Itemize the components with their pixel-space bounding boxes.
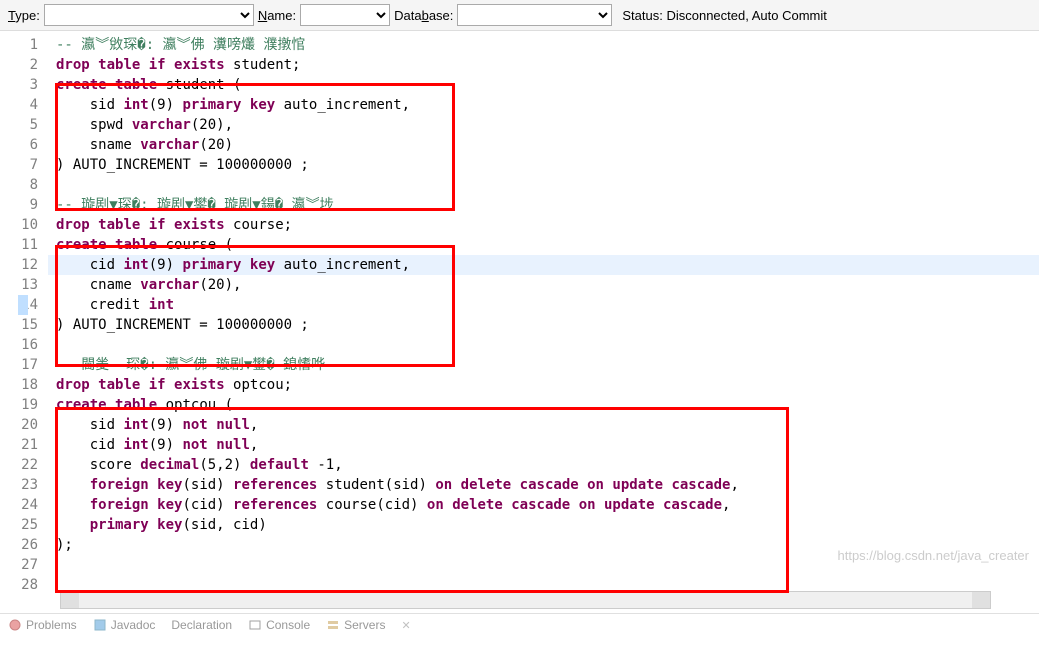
editor-area: 1234567891011121314151617181920212223242… bbox=[0, 31, 1039, 591]
code-line[interactable]: foreign key(sid) references student(sid)… bbox=[48, 475, 1039, 495]
code-line[interactable]: drop table if exists optcou; bbox=[48, 375, 1039, 395]
code-line[interactable]: create table course ( bbox=[48, 235, 1039, 255]
tab-problems[interactable]: Problems bbox=[26, 618, 77, 632]
code-line[interactable]: drop table if exists course; bbox=[48, 215, 1039, 235]
line-number: 6 bbox=[0, 135, 38, 155]
code-line[interactable]: create table optcou ( bbox=[48, 395, 1039, 415]
tab-close-icon[interactable]: ✕ bbox=[401, 619, 410, 632]
code-line[interactable]: primary key(sid, cid) bbox=[48, 515, 1039, 535]
scrollbar-area bbox=[0, 591, 1039, 609]
code-line[interactable]: ) AUTO_INCREMENT = 100000000 ; bbox=[48, 315, 1039, 335]
line-number: 3 bbox=[0, 75, 38, 95]
code-line[interactable]: cid int(9) not null, bbox=[48, 435, 1039, 455]
code-line[interactable]: sname varchar(20) bbox=[48, 135, 1039, 155]
toolbar: Type: Name: Database: Status: Disconnect… bbox=[0, 0, 1039, 31]
line-number: 28 bbox=[0, 575, 38, 595]
code-line[interactable]: foreign key(cid) references course(cid) … bbox=[48, 495, 1039, 515]
line-number: 17 bbox=[0, 355, 38, 375]
line-number: 25 bbox=[0, 515, 38, 535]
tab-declaration[interactable]: Declaration bbox=[171, 618, 232, 632]
line-number: 19 bbox=[0, 395, 38, 415]
console-icon bbox=[248, 618, 262, 632]
problems-icon bbox=[8, 618, 22, 632]
line-number: 7 bbox=[0, 155, 38, 175]
line-number: 27 bbox=[0, 555, 38, 575]
javadoc-icon bbox=[93, 618, 107, 632]
type-label: Type: bbox=[8, 8, 40, 23]
line-number: 24 bbox=[0, 495, 38, 515]
line-number: 11 bbox=[0, 235, 38, 255]
bottom-tabs: Problems Javadoc Declaration Console Ser… bbox=[0, 613, 1039, 636]
code-line[interactable]: -- 瀛︾敓琛�: 瀛︾佛 瀵嗙爜 濮撴悺 bbox=[48, 35, 1039, 55]
line-number: 8 bbox=[0, 175, 38, 195]
code-line[interactable]: spwd varchar(20), bbox=[48, 115, 1039, 135]
line-number: 2 bbox=[0, 55, 38, 75]
type-select[interactable] bbox=[44, 4, 254, 26]
tab-servers[interactable]: Servers bbox=[344, 618, 385, 632]
line-number: 22 bbox=[0, 455, 38, 475]
code-line[interactable]: score decimal(5,2) default -1, bbox=[48, 455, 1039, 475]
watermark: https://blog.csdn.net/java_creater bbox=[837, 548, 1029, 563]
servers-icon bbox=[326, 618, 340, 632]
code-line[interactable]: drop table if exists student; bbox=[48, 55, 1039, 75]
code-line[interactable]: -- 璇剧▼琛�: 璇剧▼鐢� 璇剧▼鍚� 瀛︾埗 bbox=[48, 195, 1039, 215]
line-number: 9 bbox=[0, 195, 38, 215]
horizontal-scrollbar[interactable] bbox=[60, 591, 991, 609]
tab-javadoc[interactable]: Javadoc bbox=[111, 618, 156, 632]
code-line[interactable] bbox=[48, 335, 1039, 355]
code-line[interactable]: sid int(9) primary key auto_increment, bbox=[48, 95, 1039, 115]
code-line[interactable] bbox=[48, 175, 1039, 195]
line-number: 1 bbox=[0, 35, 38, 55]
line-number: 18 bbox=[0, 375, 38, 395]
line-number: 26 bbox=[0, 535, 38, 555]
code-line[interactable]: credit int bbox=[48, 295, 1039, 315]
code-line[interactable]: ) AUTO_INCREMENT = 100000000 ; bbox=[48, 155, 1039, 175]
tab-console[interactable]: Console bbox=[266, 618, 310, 632]
gutter-highlight bbox=[18, 295, 28, 315]
name-select[interactable] bbox=[300, 4, 390, 26]
code-line[interactable]: cid int(9) primary key auto_increment, bbox=[48, 255, 1039, 275]
line-number: 23 bbox=[0, 475, 38, 495]
line-number: 20 bbox=[0, 415, 38, 435]
line-number: 15 bbox=[0, 315, 38, 335]
line-number: 5 bbox=[0, 115, 38, 135]
line-number: 16 bbox=[0, 335, 38, 355]
line-number: 13 bbox=[0, 275, 38, 295]
name-label: Name: bbox=[258, 8, 296, 23]
code-line[interactable]: cname varchar(20), bbox=[48, 275, 1039, 295]
line-number: 10 bbox=[0, 215, 38, 235]
line-number: 12 bbox=[0, 255, 38, 275]
database-label: Database: bbox=[394, 8, 453, 23]
code-area[interactable]: -- 瀛︾敓琛�: 瀛︾佛 瀵嗙爜 濮撴悺drop table if exist… bbox=[48, 31, 1039, 591]
code-line[interactable]: -- 閫夎 琛�: 瀛︾佛 璇剧▼鐢� 鎴愭哗 bbox=[48, 355, 1039, 375]
line-number: 4 bbox=[0, 95, 38, 115]
code-line[interactable] bbox=[48, 575, 1039, 591]
code-line[interactable]: sid int(9) not null, bbox=[48, 415, 1039, 435]
code-line[interactable]: create table student ( bbox=[48, 75, 1039, 95]
database-select[interactable] bbox=[457, 4, 612, 26]
status-text: Status: Disconnected, Auto Commit bbox=[622, 8, 826, 23]
line-number: 21 bbox=[0, 435, 38, 455]
